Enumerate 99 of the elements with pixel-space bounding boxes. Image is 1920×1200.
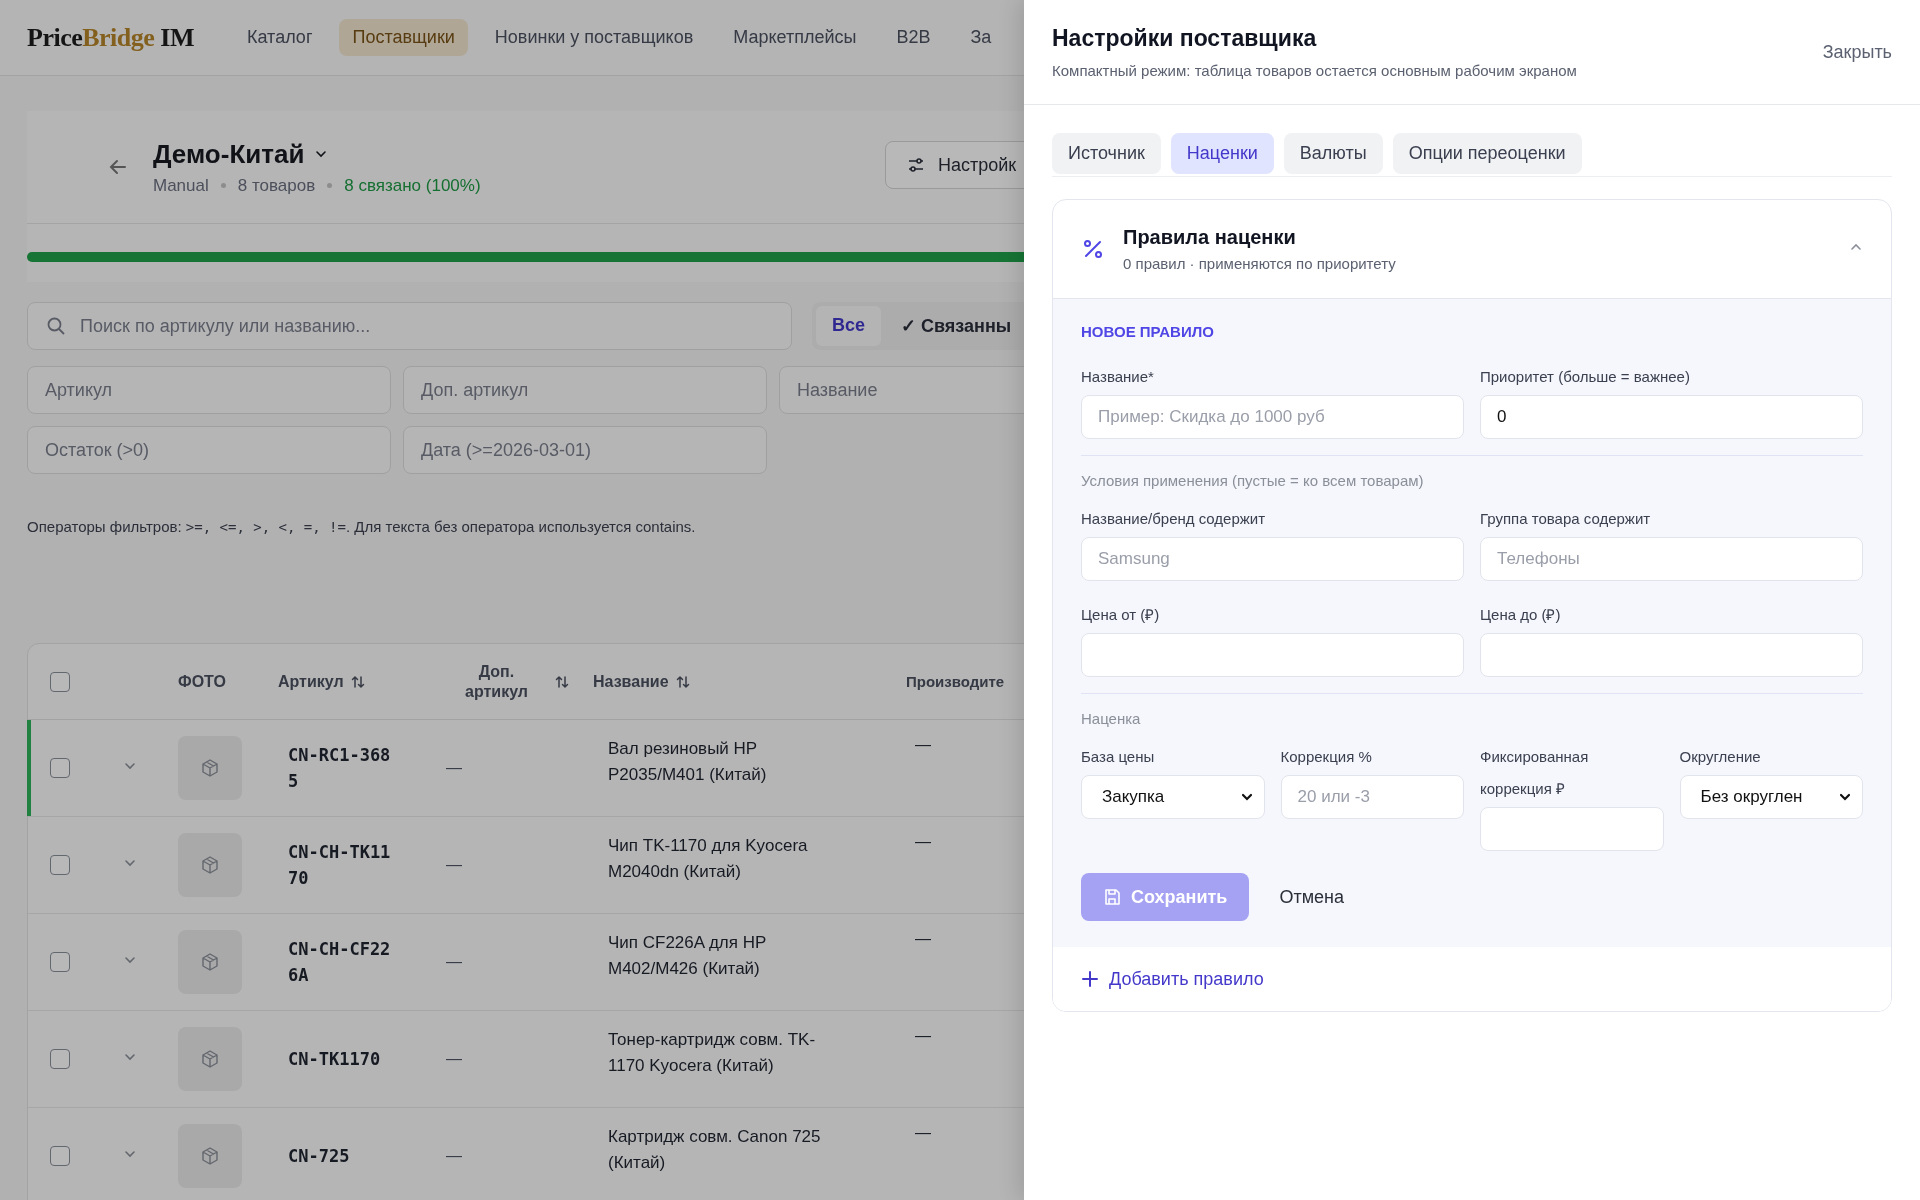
table-cell-text: Чип TK-1170 для Kyocera M2040dn (Китай)	[608, 835, 809, 883]
filter-toggle[interactable]: Все	[816, 306, 882, 346]
filter-field[interactable]: Доп. артикул	[403, 366, 767, 414]
close-button[interactable]: Закрыть	[1822, 40, 1892, 64]
input-field[interactable]	[1081, 633, 1464, 677]
form-title: НОВОЕ ПРАВИЛО	[1081, 323, 1214, 340]
table-cell-text: Вал резиновый HP P2035/M401 (Китай)	[608, 738, 768, 786]
field-label: Цена от (₽)	[1081, 605, 1160, 625]
supplier-meta: Manual	[153, 175, 209, 196]
box-icon	[200, 1146, 220, 1166]
nav-item[interactable]: Поставщики	[339, 19, 468, 56]
tab[interactable]: Наценки	[1170, 133, 1274, 174]
tab[interactable]: Источник	[1052, 133, 1161, 174]
table-cell-text: CN-725	[288, 1145, 351, 1168]
table-cell-text: —	[446, 1147, 463, 1165]
column-header[interactable]: ФОТО	[178, 672, 226, 691]
field-label: Коррекция %	[1280, 747, 1372, 767]
add-rule-link[interactable]: Добавить правило	[1081, 968, 1264, 990]
filter-field[interactable]: Дата (>=2026-03-01)	[403, 426, 767, 474]
field-label: Цена до (₽)	[1480, 605, 1561, 625]
nav-item[interactable]: За	[957, 19, 1005, 56]
table-cell-text: CN-CH-CF226A	[288, 938, 392, 987]
card-subtitle: 0 правил · применяются по приоритету	[1123, 255, 1396, 272]
plus-icon	[1081, 970, 1099, 988]
table-cell-text: —	[915, 1027, 932, 1045]
checkbox[interactable]	[50, 952, 70, 972]
supplier-title: Демо-Китай	[153, 138, 305, 170]
section-heading: Условия применения (пустые = ко всем товарам)	[1081, 472, 1424, 489]
field-label: Название/бренд содержит	[1081, 509, 1266, 529]
field-label: Группа товара содержит	[1480, 509, 1651, 529]
input-field[interactable]: 0	[1480, 395, 1863, 439]
table-cell-text: CN-CH-TK1170	[288, 841, 392, 890]
table-cell-text: —	[915, 833, 932, 851]
drawer-title: Настройки поставщика	[1052, 25, 1318, 52]
settings-button[interactable]: Настройк	[885, 141, 1024, 189]
box-icon	[200, 1049, 220, 1069]
column-header[interactable]: Название	[593, 672, 669, 691]
cancel-button[interactable]: Отмена	[1279, 886, 1344, 908]
tab[interactable]: Опции переоценки	[1392, 133, 1582, 174]
logo[interactable]: PriceBridge IM	[27, 22, 194, 53]
input-field[interactable]: Телефоны	[1480, 537, 1863, 581]
nav-item[interactable]: Новинки у поставщиков	[481, 19, 707, 56]
table-cell-text: Тонер-картридж совм. TK-1170 Kyocera (Китай)	[608, 1029, 817, 1077]
percent-icon	[1081, 237, 1105, 261]
checkbox[interactable]	[50, 1049, 70, 1069]
sort-icon[interactable]	[349, 673, 366, 690]
sliders-icon	[906, 155, 926, 175]
search-field[interactable]: Поиск по артикулу или названию...	[27, 302, 792, 350]
column-header[interactable]: Производите	[906, 673, 1005, 690]
table-cell-text: —	[915, 736, 932, 754]
checkbox[interactable]	[50, 671, 70, 692]
nav-item[interactable]: B2B	[883, 19, 944, 56]
table-cell-text: —	[446, 856, 463, 874]
card-title: Правила наценки	[1123, 226, 1297, 249]
supplier-meta: 8 товаров	[237, 175, 316, 196]
field-label: База цены	[1081, 747, 1155, 767]
table-cell-text: —	[446, 953, 463, 971]
column-header[interactable]: Артикул	[278, 672, 344, 691]
table-cell-text: —	[915, 930, 932, 948]
table-cell-text: —	[446, 759, 463, 777]
table-cell-text: Чип CF226A для HP M402/M426 (Китай)	[608, 932, 767, 980]
table-cell-text: —	[446, 1050, 463, 1068]
input-field[interactable]	[1480, 807, 1664, 851]
table-cell-text: Картридж совм. Canon 725 (Китай)	[608, 1126, 822, 1174]
box-icon	[200, 855, 220, 875]
search-icon	[46, 316, 66, 336]
select-field[interactable]: Без округлен	[1679, 775, 1863, 819]
input-field[interactable]: 20 или -3	[1280, 775, 1464, 819]
filter-help-text: Операторы фильтров: >=, <=, >, <, =, !=. Для текста без оператора используется contains.	[27, 518, 697, 535]
sort-icon[interactable]	[553, 673, 570, 690]
filter-field[interactable]: Название	[779, 366, 1024, 414]
box-icon	[200, 758, 220, 778]
select-field[interactable]: Закупка	[1081, 775, 1265, 819]
table-cell-text: —	[915, 1124, 932, 1142]
filter-toggle[interactable]: ✓ Связанны	[885, 306, 1024, 346]
checkbox[interactable]	[50, 1146, 70, 1166]
linked-count: 8 связано (100%)	[344, 175, 481, 196]
input-field[interactable]: Пример: Скидка до 1000 руб	[1081, 395, 1464, 439]
nav-item[interactable]: Каталог	[234, 19, 326, 56]
drawer-subtitle: Компактный режим: таблица товаров остается основным рабочим экраном	[1052, 62, 1577, 79]
field-label: Приоритет (больше = важнее)	[1480, 367, 1690, 387]
box-icon	[200, 952, 220, 972]
table-cell-text: CN-RC1-3685	[288, 744, 392, 793]
field-label: Округление	[1679, 747, 1761, 767]
column-header[interactable]: Доп. артикул	[461, 661, 532, 702]
field-label: Название*	[1081, 367, 1154, 387]
checkbox[interactable]	[50, 758, 70, 778]
nav-item[interactable]: Маркетплейсы	[720, 19, 870, 56]
sort-icon[interactable]	[674, 673, 691, 690]
checkbox[interactable]	[50, 855, 70, 875]
filter-field[interactable]: Артикул	[27, 366, 391, 414]
input-field[interactable]	[1480, 633, 1863, 677]
input-field[interactable]: Samsung	[1081, 537, 1464, 581]
section-heading: Наценка	[1081, 710, 1141, 727]
table-cell-text: CN-TK1170	[288, 1048, 382, 1071]
field-label: Фиксированная коррекция ₽	[1480, 747, 1590, 799]
filter-field[interactable]: Остаток (>0)	[27, 426, 391, 474]
floppy-icon	[1103, 888, 1121, 906]
tab[interactable]: Валюты	[1283, 133, 1383, 174]
